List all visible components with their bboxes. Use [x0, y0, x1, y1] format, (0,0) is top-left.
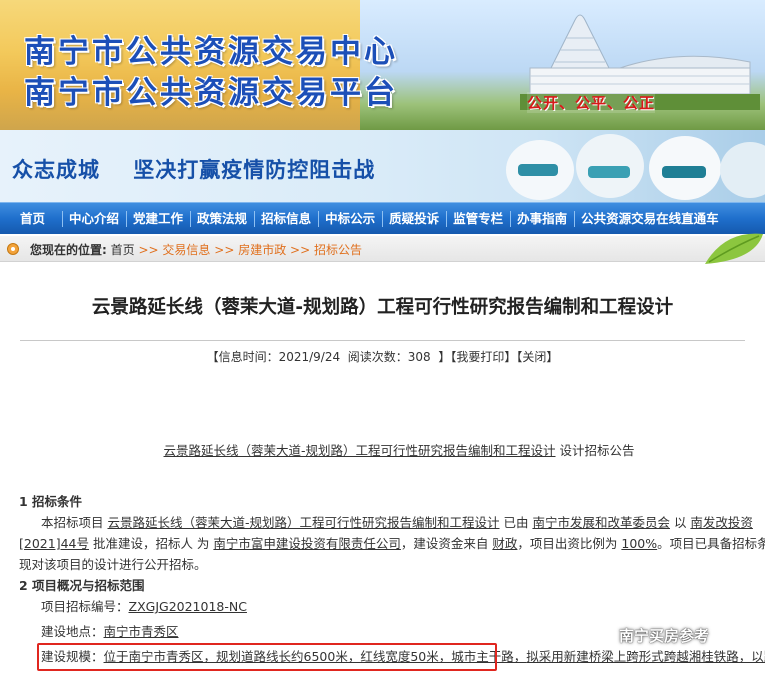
- wechat-icon: [597, 629, 615, 644]
- funding-ratio: 100%: [621, 536, 658, 551]
- epidemic-slogan: 众志成城 坚决打赢疫情防控阻击战: [12, 157, 376, 182]
- title-divider: [20, 340, 745, 341]
- breadcrumb-tender-notice[interactable]: 招标公告: [314, 243, 362, 257]
- article-title: 云景路延长线（蓉茉大道-规划路）工程可行性研究报告编制和工程设计: [91, 297, 674, 318]
- breadcrumb-home[interactable]: 首页: [111, 243, 135, 257]
- location-label: 建设地点：: [41, 624, 104, 639]
- breadcrumb: 您现在的位置: 首页 >> 交易信息 >> 房建市政 >> 招标公告: [30, 241, 362, 258]
- text-segment: 已由: [499, 515, 533, 530]
- nav-supervision[interactable]: 监管专栏: [446, 203, 510, 235]
- fund-source: 财政: [492, 536, 518, 551]
- meta-time-label: 信息时间：: [218, 350, 279, 364]
- site-title-platform: 南宁市公共资源交易平台: [24, 75, 398, 111]
- announcement-heading-project: 云景路延长线（蓉茉大道-规划路）工程可行性研究报告编制和工程设计: [163, 443, 556, 458]
- nav-tender-info[interactable]: 招标信息: [254, 203, 318, 235]
- text-segment: ，建设资金来自: [400, 536, 493, 551]
- section-1-line-2: [2021]44号 批准建设，招标人 为 南宁市富申建设投资有限责任公司，建设资…: [19, 533, 765, 554]
- breadcrumb-bar: 您现在的位置: 首页 >> 交易信息 >> 房建市政 >> 招标公告: [0, 233, 765, 264]
- section-2-heading: 2 项目概况与招标范围: [19, 578, 145, 593]
- print-link[interactable]: 我要打印: [456, 350, 504, 364]
- approval-doc-number: [2021]44号: [19, 536, 89, 551]
- meta-bracket-open: 【: [206, 350, 219, 364]
- breadcrumb-separator: >>: [138, 243, 159, 257]
- nav-home[interactable]: 首页: [0, 203, 62, 235]
- text-segment: 。项目已具备招标条件,: [657, 536, 765, 551]
- section-1-line-3: 现对该项目的设计进行公开招标。: [19, 557, 207, 572]
- tender-code-label: 项目招标编号：: [41, 599, 129, 614]
- text-segment: 本招标项目: [41, 515, 108, 530]
- nav-award-notice[interactable]: 中标公示: [318, 203, 382, 235]
- main-nav: 首页 中心介绍 党建工作 政策法规 招标信息 中标公示 质疑投诉 监管专栏 办事…: [0, 202, 765, 234]
- project-name: 云景路延长线（蓉茉大道-规划路）工程可行性研究报告编制和工程设计: [107, 515, 500, 530]
- nav-center-intro[interactable]: 中心介绍: [62, 203, 126, 235]
- location-value: 南宁市青秀区: [103, 624, 179, 639]
- leaf-decoration-icon: [705, 233, 763, 264]
- site-title-center: 南宁市公共资源交易中心: [24, 34, 398, 70]
- approval-doc-prefix: 南发改投资: [690, 515, 753, 530]
- breadcrumb-separator: >>: [214, 243, 235, 257]
- nav-service-guide[interactable]: 办事指南: [510, 203, 574, 235]
- breadcrumb-trade-info[interactable]: 交易信息: [162, 243, 210, 257]
- text-segment: 批准建设，招标人 为: [88, 536, 214, 551]
- breadcrumb-construction[interactable]: 房建市政: [238, 243, 286, 257]
- announcement-heading-suffix: 设计招标公告: [555, 443, 635, 458]
- nav-complaints[interactable]: 质疑投诉: [382, 203, 446, 235]
- meta-bracket-close: 】: [546, 350, 559, 364]
- breadcrumb-separator: >>: [290, 243, 311, 257]
- approving-authority: 南宁市发展和改革委员会: [532, 515, 670, 530]
- banner-slogan: 公开、公平、公正: [527, 92, 656, 113]
- tenderer-name: 南宁市富申建设投资有限责任公司: [213, 536, 401, 551]
- epidemic-banner: 众志成城 坚决打赢疫情防控阻击战: [0, 130, 765, 202]
- meta-bracket-close: 】: [438, 350, 451, 364]
- meta-views-label: 阅读次数：: [347, 350, 408, 364]
- tender-code: ZXGJG2021018-NC: [128, 599, 247, 614]
- article-meta: 【信息时间：2021/9/24 阅读次数：308 】【我要打印】【关闭】: [0, 348, 765, 365]
- scale-highlight-box: [37, 643, 497, 671]
- section-1-line-1: 本招标项目 云景路延长线（蓉茉大道-规划路）工程可行性研究报告编制和工程设计 已…: [19, 512, 753, 533]
- tender-code-row: 项目招标编号：ZXGJG2021018-NC: [19, 596, 749, 617]
- site-banner: 南宁市公共资源交易中心 南宁市公共资源交易平台 公开、公平、公正: [0, 0, 765, 130]
- announcement-heading: 云景路延长线（蓉茉大道-规划路）工程可行性研究报告编制和工程设计 设计招标公告: [19, 440, 749, 461]
- text-segment: ，项目出资比例为: [517, 536, 622, 551]
- nav-party-work[interactable]: 党建工作: [126, 203, 190, 235]
- meta-bracket-close: 】: [504, 350, 517, 364]
- wechat-watermark: 南宁买房参考: [597, 625, 709, 646]
- breadcrumb-label: 您现在的位置:: [30, 243, 107, 257]
- meta-views: 308: [407, 350, 431, 364]
- text-segment: 以: [669, 515, 691, 530]
- close-link[interactable]: 关闭: [522, 350, 546, 364]
- medical-staff-illustration: [506, 134, 765, 200]
- location-icon: [7, 243, 19, 255]
- scale-value-continued: 拟采用新建桥梁上跨形式跨越湘桂铁路，以路: [526, 649, 765, 664]
- nav-policies[interactable]: 政策法规: [190, 203, 254, 235]
- watermark-text: 南宁买房参考: [619, 627, 710, 645]
- section-1-heading: 1 招标条件: [19, 494, 83, 509]
- meta-date: 2021/9/24: [278, 350, 341, 364]
